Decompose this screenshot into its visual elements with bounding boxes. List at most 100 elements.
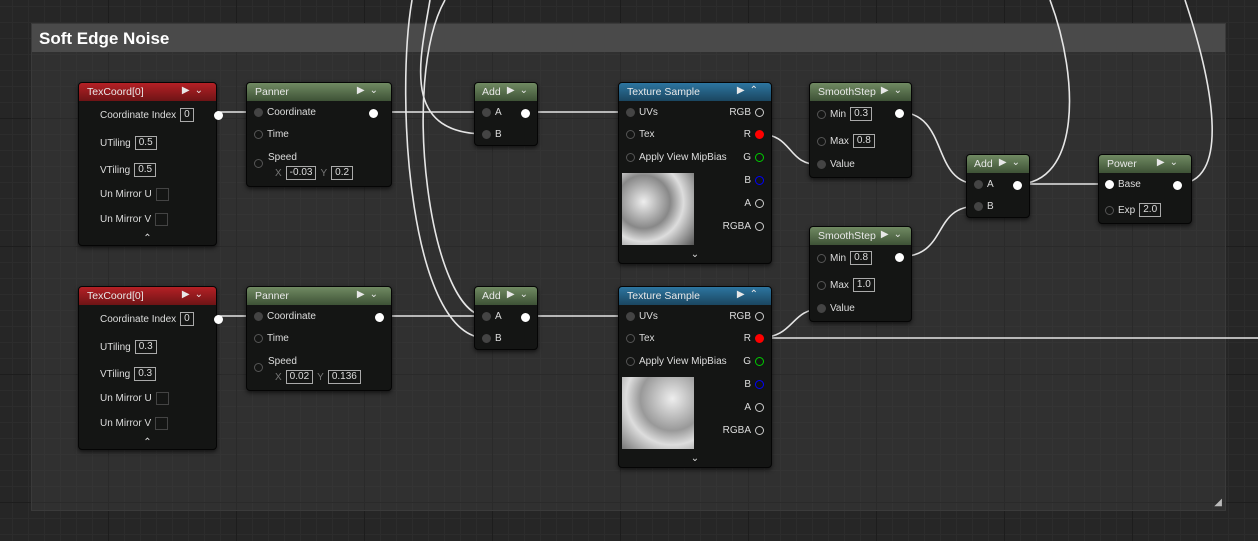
value-pin[interactable] [817, 304, 826, 313]
input-pin-b[interactable] [482, 334, 491, 343]
panner-node-2[interactable]: Panner ▶⌄ Coordinate Time Speed X 0.02 Y 0.1… [246, 286, 392, 391]
rgb-pin[interactable] [755, 108, 764, 117]
b-pin[interactable] [755, 176, 764, 185]
preview-chevron-icon[interactable]: ▶⌄ [357, 289, 383, 300]
unmirror-v-checkbox[interactable] [155, 213, 169, 226]
output-pin[interactable] [895, 253, 904, 262]
a-pin[interactable] [755, 403, 764, 412]
min-pin[interactable] [817, 253, 826, 263]
output-pin[interactable] [521, 313, 530, 322]
rgba-pin[interactable] [755, 222, 764, 231]
a-label: A [495, 311, 502, 322]
preview-collapse-icon[interactable]: ▶⌃ [737, 289, 763, 300]
utiling-input[interactable]: 0.5 [134, 136, 157, 150]
max-pin[interactable] [817, 136, 826, 146]
a-pin[interactable] [755, 199, 764, 208]
unmirror-u-checkbox[interactable] [155, 188, 169, 201]
input-pin[interactable] [254, 108, 263, 117]
texture-sample-node-1[interactable]: Texture Sample ▶⌃ UVs Tex Apply View MipB… [618, 82, 772, 264]
vtiling-input[interactable]: 0.3 [134, 367, 157, 381]
preview-chevron-icon[interactable]: ▶⌄ [182, 289, 208, 300]
exp-pin[interactable] [1105, 205, 1114, 215]
panner-node-1[interactable]: Panner ▶⌄ Coordinate Time Speed X -0.03 Y 0.… [246, 82, 392, 187]
output-pin[interactable] [895, 109, 904, 118]
input-pin-b[interactable] [482, 130, 491, 139]
min-pin[interactable] [817, 109, 826, 119]
smoothstep-node-2[interactable]: SmoothStep ▶⌄ Min 0.8 Max 1.0 Value [809, 226, 912, 322]
input-pin[interactable] [254, 363, 263, 372]
rgb-pin[interactable] [755, 312, 764, 321]
texture-sample-node-2[interactable]: Texture Sample ▶⌃ UVs Tex Apply View MipB… [618, 286, 772, 468]
output-pin[interactable] [521, 109, 530, 118]
input-pin-a[interactable] [482, 108, 491, 117]
expand-chevron-icon[interactable]: ⌄ [619, 249, 771, 260]
input-pin[interactable] [254, 130, 263, 139]
tex-pin[interactable] [626, 334, 635, 343]
vtiling-input[interactable]: 0.5 [134, 163, 157, 177]
coordinate-index-input[interactable]: 0 [180, 312, 194, 326]
max-input[interactable]: 1.0 [852, 278, 875, 292]
max-pin[interactable] [817, 280, 826, 290]
preview-chevron-icon[interactable]: ▶⌄ [182, 85, 208, 96]
tex-pin[interactable] [626, 130, 635, 139]
input-pin-a[interactable] [482, 312, 491, 321]
preview-chevron-icon[interactable]: ▶⌄ [507, 85, 533, 96]
input-pin-a[interactable] [974, 180, 983, 189]
max-label: Max [830, 135, 849, 147]
output-pin[interactable] [1013, 181, 1022, 190]
g-pin[interactable] [755, 153, 764, 162]
unmirror-v-checkbox[interactable] [155, 417, 169, 430]
output-pin[interactable] [1173, 181, 1182, 190]
node-title: Add [482, 86, 501, 98]
value-pin[interactable] [817, 160, 826, 169]
rgba-label: RGBA [722, 425, 751, 436]
preview-chevron-icon[interactable]: ▶⌄ [507, 289, 533, 300]
add-node-1[interactable]: Add ▶⌄ A B [474, 82, 538, 146]
unmirror-u-checkbox[interactable] [155, 392, 169, 405]
base-pin[interactable] [1105, 180, 1114, 189]
input-pin-b[interactable] [974, 202, 983, 211]
add-node-3[interactable]: Add ▶⌄ A B [966, 154, 1030, 218]
speed-x-input[interactable]: 0.02 [285, 370, 314, 384]
output-pin[interactable] [369, 109, 378, 118]
min-input[interactable]: 0.8 [850, 251, 873, 265]
rgba-pin[interactable] [755, 426, 764, 435]
uvs-pin[interactable] [626, 108, 635, 117]
texcoord-node-2[interactable]: TexCoord[0] ▶⌄ Coordinate Index 0 UTiling 0… [78, 286, 223, 450]
r-pin[interactable] [755, 334, 764, 343]
smoothstep-node-1[interactable]: SmoothStep ▶⌄ Min 0.3 Max 0.8 Value [809, 82, 912, 178]
preview-chevron-icon[interactable]: ▶⌄ [1157, 157, 1183, 168]
collapse-chevron-icon[interactable]: ⌃ [79, 233, 216, 244]
mipbias-pin[interactable] [626, 357, 635, 366]
output-pin[interactable] [213, 314, 223, 324]
mipbias-pin[interactable] [626, 153, 635, 162]
preview-collapse-icon[interactable]: ▶⌃ [737, 85, 763, 96]
speed-x-input[interactable]: -0.03 [285, 166, 317, 180]
input-pin[interactable] [254, 312, 263, 321]
min-input[interactable]: 0.3 [850, 107, 873, 121]
exp-input[interactable]: 2.0 [1139, 203, 1162, 217]
input-pin[interactable] [254, 334, 263, 343]
input-pin[interactable] [254, 159, 263, 168]
uvs-pin[interactable] [626, 312, 635, 321]
b-pin[interactable] [755, 380, 764, 389]
utiling-input[interactable]: 0.3 [134, 340, 157, 354]
texcoord-node-1[interactable]: TexCoord[0] ▶⌄ Coordinate Index 0 UTiling 0… [78, 82, 223, 246]
collapse-chevron-icon[interactable]: ⌃ [79, 437, 216, 448]
preview-chevron-icon[interactable]: ▶⌄ [357, 85, 383, 96]
preview-chevron-icon[interactable]: ▶⌄ [881, 85, 907, 96]
coordinate-index-input[interactable]: 0 [180, 108, 194, 122]
speed-y-input[interactable]: 0.136 [327, 370, 361, 384]
node-title: Texture Sample [627, 86, 700, 98]
speed-y-input[interactable]: 0.2 [331, 166, 354, 180]
add-node-2[interactable]: Add ▶⌄ A B [474, 286, 538, 350]
output-pin[interactable] [375, 313, 384, 322]
r-pin[interactable] [755, 130, 764, 139]
expand-chevron-icon[interactable]: ⌄ [619, 453, 771, 464]
power-node[interactable]: Power ▶⌄ Base Exp 2.0 [1098, 154, 1192, 224]
preview-chevron-icon[interactable]: ▶⌄ [881, 229, 907, 240]
output-pin[interactable] [213, 110, 223, 120]
preview-chevron-icon[interactable]: ▶⌄ [999, 157, 1025, 168]
max-input[interactable]: 0.8 [852, 134, 875, 148]
g-pin[interactable] [755, 357, 764, 366]
